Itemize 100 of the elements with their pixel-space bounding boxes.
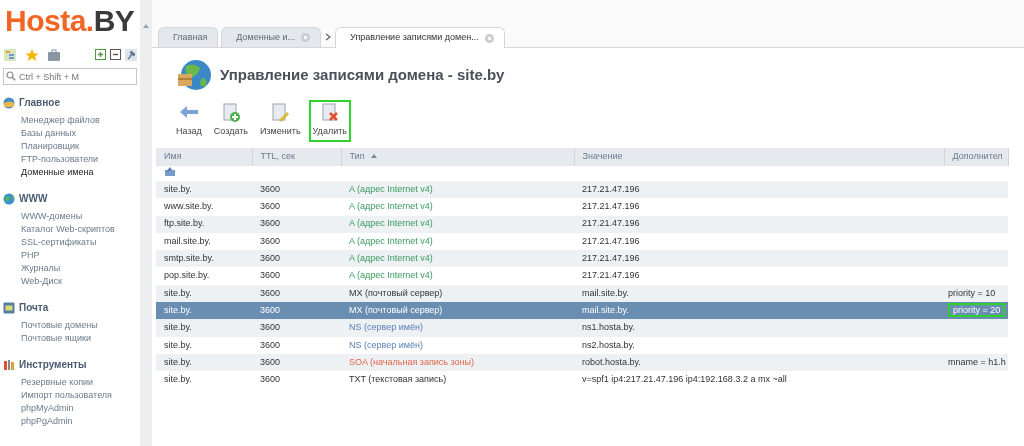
- toolbar-button[interactable]: Создать: [209, 100, 252, 142]
- table-cell: mname = h1.h: [948, 356, 1006, 367]
- section-title[interactable]: WWW: [19, 191, 48, 206]
- globe-icon: [3, 192, 15, 205]
- expand-icon[interactable]: [95, 49, 106, 60]
- sidebar-item[interactable]: WWW-домены: [3, 210, 137, 223]
- table-cell: v=spf1 ip4:217.21.47.196 ip4:192.168.3.2 a mx ~all: [574, 371, 944, 389]
- tab[interactable]: Доменные и...: [221, 27, 322, 47]
- table-cell: site.by.: [156, 319, 252, 337]
- table-cell: priority = 10: [948, 287, 996, 298]
- sidebar-item[interactable]: PHP: [3, 249, 137, 262]
- table-cell: site.by.: [156, 302, 252, 320]
- table-cell: MX (почтовый сервер): [341, 284, 574, 303]
- column-header[interactable]: Тип: [341, 147, 574, 166]
- sidebar-item[interactable]: Почтовые домены: [3, 319, 137, 332]
- table-cell: www.site.by.: [156, 198, 252, 216]
- table-cell: 217.21.47.196: [574, 215, 944, 233]
- table-cell: site.by.: [156, 371, 252, 389]
- logo[interactable]: Hosta.BY: [5, 6, 137, 36]
- globe-icon: [3, 96, 15, 109]
- table-cell: 3600: [252, 319, 341, 337]
- search-icon: [6, 71, 16, 81]
- edit-document-icon: [269, 103, 292, 123]
- table-cell: pop.site.by.: [156, 267, 252, 285]
- sidebar-item[interactable]: Резервные копии: [3, 376, 137, 389]
- tools-icon: [3, 358, 15, 371]
- table-cell: NS (сервер имён): [341, 319, 574, 337]
- toolbar-button[interactable]: Изменить: [256, 100, 305, 142]
- section-title[interactable]: Инструменты: [19, 357, 87, 372]
- table-cell: 3600: [252, 181, 341, 199]
- scrollbar[interactable]: [140, 0, 152, 446]
- sidebar-item[interactable]: SSL-сертификаты: [3, 236, 137, 249]
- toolbar-button[interactable]: Назад: [172, 100, 206, 142]
- folder-up-icon[interactable]: [164, 165, 176, 177]
- section-title[interactable]: Главное: [19, 95, 60, 110]
- table-cell: robot.hosta.by.: [574, 353, 944, 372]
- search-field[interactable]: Ctrl + Shift + M: [3, 68, 137, 85]
- sidebar-item[interactable]: Почтовые ящики: [3, 332, 137, 345]
- table-cell: TXT (текстовая запись): [341, 371, 574, 389]
- briefcase-icon[interactable]: [47, 48, 61, 62]
- table-cell: SOA (начальная запись зоны): [341, 353, 574, 372]
- table-cell: 3600: [252, 371, 341, 389]
- table-cell: 3600: [252, 250, 341, 268]
- table-cell: ns2.hosta.by.: [574, 336, 944, 354]
- page-title: Управление записями домена - site.by: [220, 66, 505, 84]
- column-header[interactable]: Имя: [156, 147, 252, 166]
- table-cell: site.by.: [156, 181, 252, 199]
- table-cell: A (адрес Internet v4): [341, 267, 574, 285]
- tab[interactable]: Главная: [158, 27, 219, 47]
- mail-icon: [3, 301, 15, 314]
- table-cell: 3600: [252, 336, 341, 354]
- table-cell: 217.21.47.196: [574, 267, 944, 285]
- table-cell: mail.site.by.: [574, 302, 944, 320]
- globe-icon: [176, 58, 212, 92]
- table-cell: MX (почтовый сервер): [341, 302, 574, 320]
- table-cell: site.by.: [156, 336, 252, 354]
- table-cell: A (адрес Internet v4): [341, 181, 574, 199]
- sidebar-item[interactable]: Журналы: [3, 262, 137, 275]
- table-cell: A (адрес Internet v4): [341, 215, 574, 233]
- table-cell: 3600: [252, 267, 341, 285]
- table-cell: ftp.site.by.: [156, 215, 252, 233]
- sidebar-item[interactable]: Базы данных: [3, 127, 137, 140]
- star-icon[interactable]: [25, 48, 39, 62]
- table-cell: 3600: [252, 353, 341, 372]
- table-cell: 217.21.47.196: [574, 181, 944, 199]
- table-cell: 217.21.47.196: [574, 250, 944, 268]
- sidebar-item[interactable]: Доменные имена: [3, 166, 137, 179]
- collapse-icon[interactable]: [110, 49, 121, 60]
- section-title[interactable]: Почта: [19, 300, 49, 315]
- tree-icon[interactable]: [3, 48, 17, 62]
- sidebar-item[interactable]: Импорт пользователя: [3, 389, 137, 402]
- sidebar-item[interactable]: Планировщик: [3, 140, 137, 153]
- column-header[interactable]: TTL, сек: [252, 147, 341, 166]
- column-header[interactable]: Дополнител: [944, 147, 1008, 166]
- table-cell: A (адрес Internet v4): [341, 198, 574, 216]
- table-cell: site.by.: [156, 284, 252, 303]
- table-cell: ns1.hosta.by.: [574, 319, 944, 337]
- table-cell: smtp.site.by.: [156, 250, 252, 268]
- toolbar-button[interactable]: Удалить: [308, 100, 351, 142]
- sidebar-item[interactable]: phpMyAdmin: [3, 402, 137, 415]
- table-cell: mail.site.by.: [574, 284, 944, 303]
- close-icon[interactable]: [484, 33, 494, 43]
- column-header[interactable]: Значение: [574, 147, 944, 166]
- table-cell: 3600: [252, 302, 341, 320]
- scroll-up-icon[interactable]: [140, 23, 152, 29]
- sidebar-item[interactable]: FTP-пользователи: [3, 153, 137, 166]
- table-cell: A (адрес Internet v4): [341, 232, 574, 251]
- table-cell: 3600: [252, 232, 341, 251]
- tab[interactable]: Управление записями домен...: [335, 27, 505, 48]
- sidebar-item[interactable]: Каталог Web-скриптов: [3, 223, 137, 236]
- table-cell: 3600: [252, 284, 341, 303]
- sidebar-item[interactable]: Менеджер файлов: [3, 114, 137, 127]
- table-cell: mail.site.by.: [156, 232, 252, 251]
- sort-ascending-icon: [369, 152, 378, 159]
- table-cell: 217.21.47.196: [574, 198, 944, 216]
- sidebar-item[interactable]: phpPgAdmin: [3, 415, 137, 428]
- sidebar-item[interactable]: Web-Диск: [3, 275, 137, 288]
- table-cell: site.by.: [156, 353, 252, 372]
- table-cell: priority = 20: [948, 302, 1006, 317]
- close-icon[interactable]: [301, 33, 311, 42]
